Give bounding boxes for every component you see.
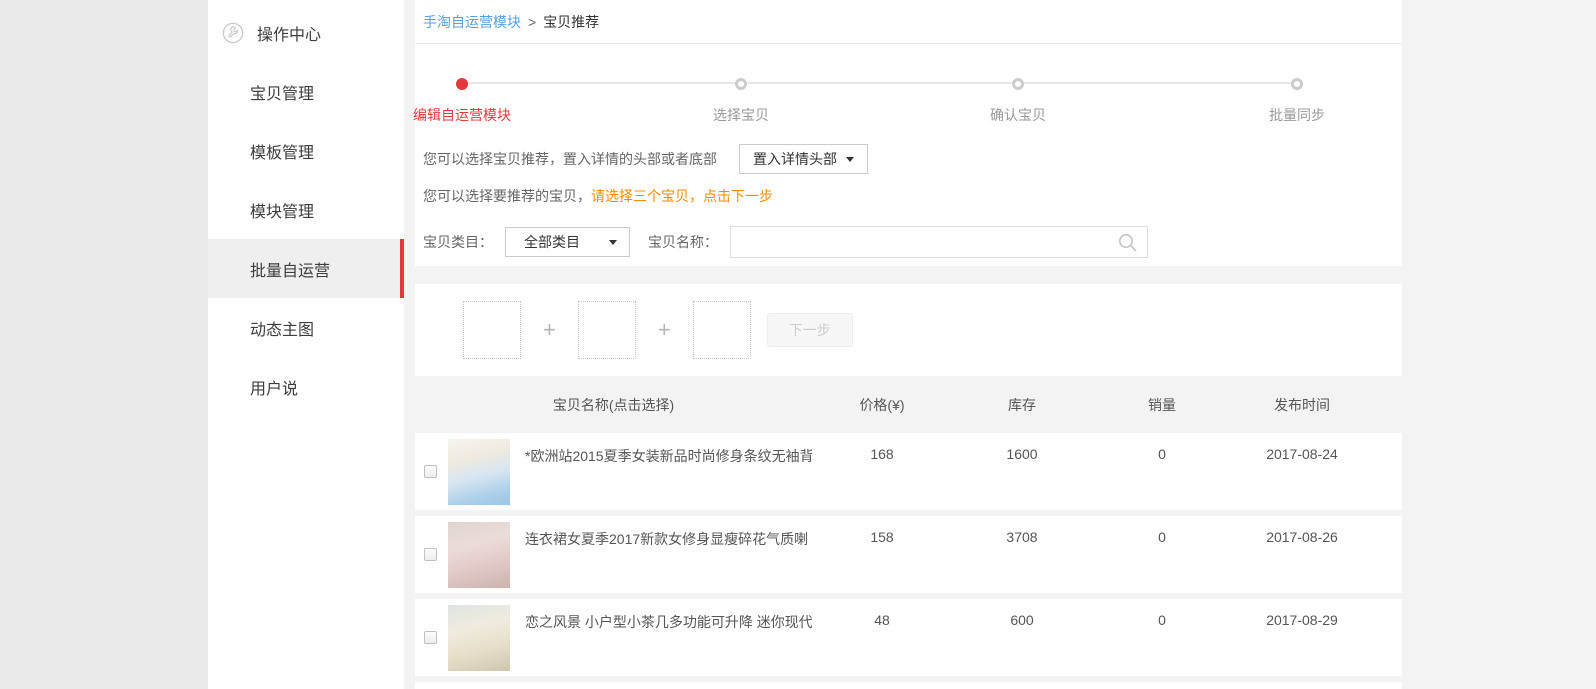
product-sales: 0 (1092, 599, 1232, 676)
item-name-search (730, 226, 1148, 258)
step-dot (735, 78, 747, 90)
filter-row: 宝贝类目： 全部类目 宝贝名称： (415, 226, 1402, 258)
step-dot-active (456, 78, 468, 90)
sidebar-item-label: 宝贝管理 (250, 80, 314, 104)
product-price: 158 (812, 516, 952, 593)
col-header-date: 发布时间 (1232, 395, 1372, 415)
table-row: 连衣裙女夏季2017新款女修身显瘦碎花气质喇 158 3708 0 2017-0… (415, 516, 1402, 593)
stepper-line (462, 82, 1297, 84)
hint-select-highlight: 请选择三个宝贝，点击下一步 (591, 188, 773, 204)
product-price: 48 (812, 599, 952, 676)
position-dropdown[interactable]: 置入详情头部 (739, 144, 868, 174)
sidebar-item-user-says[interactable]: 用户说 (208, 357, 404, 416)
sidebar: 操作中心 宝贝管理 模板管理 模块管理 批量自运营 动态主图 用户说 (208, 0, 404, 689)
top-panel: 手淘自运营模块 > 宝贝推荐 编辑自运营模块 选择宝贝 确认宝贝 批量同步 (415, 0, 1402, 266)
col-header-name: 宝贝名称(点击选择) (415, 395, 812, 415)
hint-row-select: 您可以选择要推荐的宝贝，请选择三个宝贝，点击下一步 (415, 186, 1402, 206)
col-header-price: 价格(¥) (812, 395, 952, 415)
hint-row-position: 您可以选择宝贝推荐，置入详情的头部或者底部 置入详情头部 (415, 142, 1402, 176)
row-checkbox[interactable] (424, 548, 437, 561)
step-edit-module: 编辑自运营模块 (413, 72, 511, 125)
product-title[interactable]: 连衣裙女夏季2017新款女修身显瘦碎花气质喇 (513, 516, 812, 593)
step-label: 编辑自运营模块 (413, 105, 511, 125)
product-price: 168 (812, 433, 952, 510)
breadcrumb-parent-link[interactable]: 手淘自运营模块 (423, 12, 521, 32)
category-filter-label: 宝贝类目： (423, 232, 493, 252)
search-icon[interactable] (1117, 232, 1139, 254)
table-header-row: 宝贝名称(点击选择) 价格(¥) 库存 销量 发布时间 (415, 376, 1402, 433)
sidebar-item-template-manage[interactable]: 模板管理 (208, 121, 404, 180)
product-sales: 0 (1092, 516, 1232, 593)
table-row: *欧洲站2015夏季女装新品时尚修身条纹无袖背 168 1600 0 2017-… (415, 433, 1402, 510)
product-title[interactable]: 恋之风景 小户型小茶几多功能可升降 迷你现代 (513, 599, 812, 676)
step-label: 确认宝贝 (990, 105, 1046, 125)
sidebar-item-module-manage[interactable]: 模块管理 (208, 180, 404, 239)
main-area: 手淘自运营模块 > 宝贝推荐 编辑自运营模块 选择宝贝 确认宝贝 批量同步 (404, 0, 1596, 689)
position-dropdown-value: 置入详情头部 (753, 149, 837, 169)
row-checkbox[interactable] (424, 465, 437, 478)
breadcrumb-separator: > (528, 14, 536, 30)
product-title[interactable]: *欧洲站2015夏季女装新品时尚修身条纹无袖背 (513, 433, 812, 510)
hint-position-text: 您可以选择宝贝推荐，置入详情的头部或者底部 (423, 149, 717, 169)
step-select-items: 选择宝贝 (713, 72, 769, 125)
sidebar-item-dynamic-main-image[interactable]: 动态主图 (208, 298, 404, 357)
col-header-sales: 销量 (1092, 395, 1232, 415)
row-checkbox[interactable] (424, 631, 437, 644)
product-thumbnail[interactable] (448, 439, 510, 505)
sidebar-item-batch-self-operation[interactable]: 批量自运营 (208, 239, 404, 298)
step-confirm-items: 确认宝贝 (990, 72, 1046, 125)
product-thumbnail[interactable] (448, 522, 510, 588)
col-header-stock: 库存 (952, 395, 1092, 415)
product-date: 2017-08-26 (1232, 516, 1372, 593)
plus-separator: + (543, 317, 556, 343)
product-stock: 1600 (952, 433, 1092, 510)
name-filter-label: 宝贝名称： (648, 232, 718, 252)
step-dot (1012, 78, 1024, 90)
next-step-button[interactable]: 下一步 (767, 313, 853, 347)
sidebar-item-item-manage[interactable]: 宝贝管理 (208, 62, 404, 121)
sidebar-item-label: 模板管理 (250, 139, 314, 163)
step-dot (1291, 78, 1303, 90)
sidebar-item-label: 用户说 (250, 375, 298, 399)
content-column: 手淘自运营模块 > 宝贝推荐 编辑自运营模块 选择宝贝 确认宝贝 批量同步 (415, 0, 1402, 689)
sidebar-item-operation-center[interactable]: 操作中心 (208, 3, 404, 62)
product-stock: 3708 (952, 516, 1092, 593)
product-date: 2017-08-24 (1232, 433, 1372, 510)
item-slot-2[interactable] (578, 301, 636, 359)
caret-down-icon (609, 240, 617, 245)
breadcrumb-current: 宝贝推荐 (543, 12, 599, 32)
item-name-search-input[interactable] (731, 227, 1147, 257)
item-slot-1[interactable] (463, 301, 521, 359)
stepper: 编辑自运营模块 选择宝贝 确认宝贝 批量同步 (415, 44, 1402, 136)
category-select[interactable]: 全部类目 (505, 227, 630, 257)
item-table: 宝贝名称(点击选择) 价格(¥) 库存 销量 发布时间 *欧洲站2015夏季女装… (415, 376, 1402, 689)
table-row: 恋之风景 小户型小茶几多功能可升降 迷你现代 48 600 0 2017-08-… (415, 599, 1402, 676)
caret-down-icon (846, 157, 854, 162)
step-label: 批量同步 (1269, 105, 1325, 125)
sidebar-item-label: 批量自运营 (250, 257, 330, 281)
hint-select-text: 您可以选择要推荐的宝贝， (423, 188, 591, 204)
product-date: 2017-08-29 (1232, 599, 1372, 676)
table-row-partial (415, 682, 1402, 689)
wrench-circle-icon (222, 22, 244, 44)
product-sales: 0 (1092, 433, 1232, 510)
step-label: 选择宝贝 (713, 105, 769, 125)
sidebar-item-label: 操作中心 (257, 21, 321, 45)
step-batch-sync: 批量同步 (1269, 72, 1325, 125)
sidebar-item-label: 动态主图 (250, 316, 314, 340)
product-thumbnail[interactable] (448, 605, 510, 671)
category-select-value: 全部类目 (524, 232, 580, 252)
product-stock: 600 (952, 599, 1092, 676)
plus-separator: + (658, 317, 671, 343)
breadcrumb: 手淘自运营模块 > 宝贝推荐 (415, 0, 1402, 44)
sidebar-item-label: 模块管理 (250, 198, 314, 222)
item-slot-3[interactable] (693, 301, 751, 359)
item-picker-panel: + + 下一步 (415, 284, 1402, 376)
